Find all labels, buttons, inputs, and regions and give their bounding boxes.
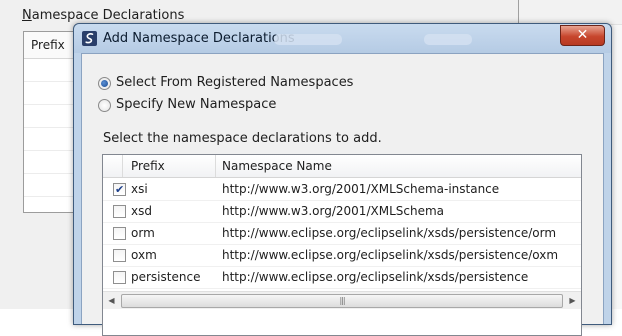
- row-namespace: http://www.eclipse.org/eclipselink/xsds/…: [222, 270, 529, 284]
- horizontal-scrollbar[interactable]: ◀ ||| ▶: [103, 291, 581, 309]
- column-header-namespace-name[interactable]: Namespace Name: [222, 155, 332, 177]
- row-checkbox[interactable]: [113, 227, 126, 240]
- table-header: Prefix Namespace Name: [103, 155, 581, 178]
- row-namespace: http://www.eclipse.org/eclipselink/xsds/…: [222, 226, 557, 240]
- select-registered-namespaces-label: Select From Registered Namespaces: [116, 75, 354, 90]
- scroll-right-icon[interactable]: ▶: [564, 292, 581, 309]
- table-row[interactable]: xsd http://www.w3.org/2001/XMLSchema: [103, 200, 581, 223]
- column-separator: [215, 155, 216, 177]
- radio-dot: [101, 79, 108, 87]
- table-row[interactable]: orm http://www.eclipse.org/eclipselink/x…: [103, 222, 581, 245]
- table-row[interactable]: persistence http://www.eclipse.org/eclip…: [103, 266, 581, 289]
- table-row[interactable]: ✔ xsi http://www.w3.org/2001/XMLSchema-i…: [103, 178, 581, 201]
- radio-selected-icon[interactable]: [98, 76, 111, 90]
- eclipse-app-icon: [82, 31, 97, 46]
- namespace-declarations-heading: Namespace Declarations: [22, 8, 185, 23]
- titlebar-glass-reflection: [424, 34, 472, 45]
- row-checkbox-checked[interactable]: ✔: [113, 183, 126, 196]
- row-namespace: http://www.eclipse.org/eclipselink/xsds/…: [222, 248, 559, 262]
- row-checkbox[interactable]: [113, 249, 126, 262]
- row-prefix: persistence: [131, 270, 201, 284]
- checkmark-icon: ✔: [115, 183, 125, 196]
- column-header-prefix[interactable]: Prefix: [131, 155, 165, 177]
- row-prefix: oxm: [131, 248, 157, 262]
- row-prefix: orm: [131, 226, 155, 240]
- scroll-left-icon[interactable]: ◀: [103, 292, 120, 309]
- row-namespace: http://www.w3.org/2001/XMLSchema-instanc…: [222, 182, 500, 196]
- specify-new-namespace-option[interactable]: Specify New Namespace: [98, 96, 276, 114]
- row-checkbox[interactable]: [113, 271, 126, 284]
- radio-unselected-icon[interactable]: [98, 98, 111, 112]
- titlebar-glass-reflection: [274, 34, 342, 45]
- close-button[interactable]: ✕: [560, 25, 605, 46]
- specify-new-namespace-label: Specify New Namespace: [116, 97, 277, 112]
- scroll-thumb[interactable]: |||: [121, 294, 563, 308]
- row-prefix: xsi: [131, 182, 148, 196]
- dialog-title: Add Namespace Declarations: [103, 31, 295, 46]
- instruction-text: Select the namespace declarations to add…: [103, 131, 382, 146]
- row-namespace: http://www.w3.org/2001/XMLSchema: [222, 204, 444, 218]
- add-namespace-dialog: Add Namespace Declarations ✕ Select From…: [73, 23, 612, 336]
- dialog-content: Select From Registered Namespaces Specif…: [81, 53, 604, 336]
- background-band: [519, 0, 622, 25]
- select-registered-namespaces-option[interactable]: Select From Registered Namespaces: [98, 74, 353, 92]
- column-separator: [122, 155, 123, 177]
- dialog-titlebar[interactable]: Add Namespace Declarations ✕: [74, 24, 611, 53]
- table-row[interactable]: oxm http://www.eclipse.org/eclipselink/x…: [103, 244, 581, 267]
- row-checkbox[interactable]: [113, 205, 126, 218]
- row-prefix: xsd: [131, 204, 152, 218]
